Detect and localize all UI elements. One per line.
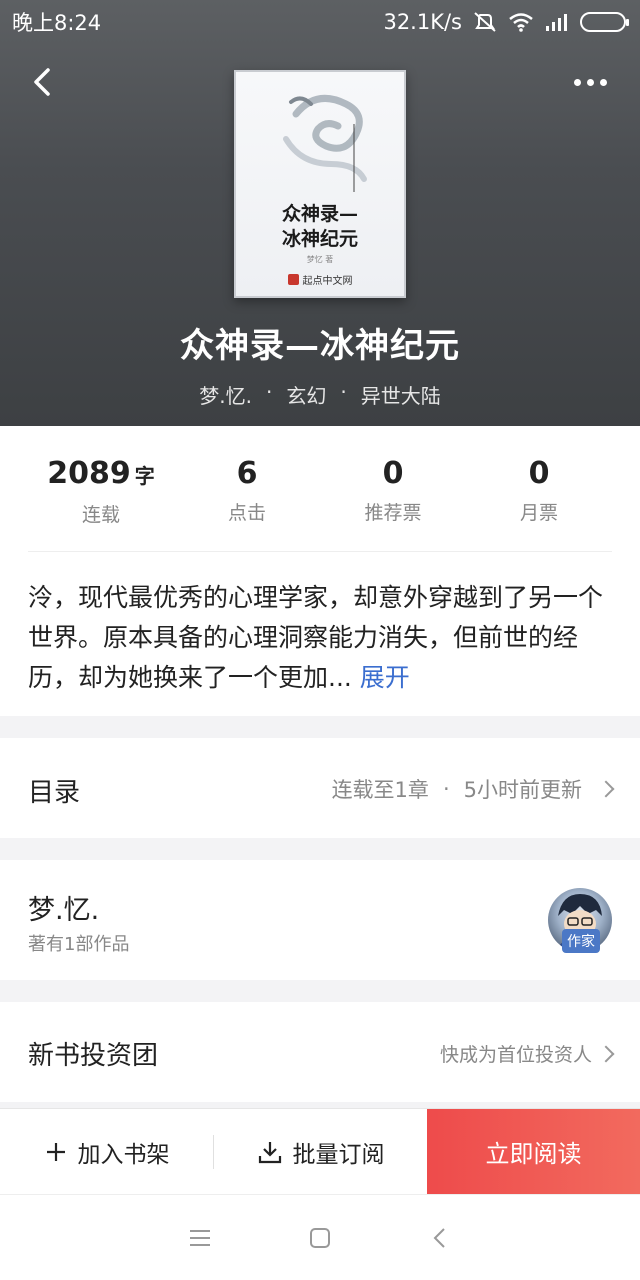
stats-row: 2089 字 连载 6 点击 0 推荐票 0 月票 [28,426,612,552]
status-bar: 晚上8:24 32.1K/s [0,0,640,44]
meta-separator: · [266,380,273,404]
author-card[interactable]: 梦.忆. 著有1部作品 作家 [0,860,640,980]
mute-icon [474,12,496,32]
signal-icon [546,14,567,31]
toc-title: 目录 [28,778,81,808]
book-header: 晚上8:24 32.1K/s 众神录— 冰神纪元 梦忆 著 起点中文网 众神录—… [0,0,640,426]
net-speed: 32.1K/s [383,10,462,34]
author-works-count: 著有1部作品 [28,934,130,955]
intro-text: 泠，现代最优秀的心理学家，却意外穿越到了另一个世界。原本具备的心理洞察能力消失，… [28,583,604,692]
stat-monthly-votes: 0 月票 [519,456,558,524]
book-title: 众神录—冰神纪元 [180,326,460,366]
cover-publisher: 起点中文网 [236,272,404,287]
more-options-button[interactable] [568,62,612,102]
read-now-button[interactable]: 立即阅读 [427,1109,640,1194]
book-author-link[interactable]: 梦.忆. [199,380,252,409]
back-button[interactable] [26,62,62,102]
add-to-shelf-button[interactable]: 加入书架 [0,1109,213,1194]
book-intro[interactable]: 泠，现代最优秀的心理学家，却意外穿越到了另一个世界。原本具备的心理洞察能力消失，… [0,552,640,698]
batch-subscribe-button[interactable]: 批量订阅 [214,1109,427,1194]
plus-icon [46,1142,65,1161]
download-icon [258,1141,281,1163]
stat-clicks: 6 点击 [227,456,266,524]
author-name: 梦.忆. [28,895,100,926]
home-square-icon [310,1227,330,1248]
more-dots-icon [573,78,581,86]
meta-separator: · [340,380,347,404]
invest-hint: 快成为首位投资人 [440,1040,615,1067]
expand-intro-button[interactable]: 展开 [360,663,410,692]
book-genre[interactable]: 玄幻 [286,380,326,409]
publisher-seal-icon [287,274,299,285]
home-nav-button[interactable] [260,1195,380,1280]
wifi-icon [509,13,533,32]
writer-badge: 作家 [562,929,600,953]
book-meta: 梦.忆. · 玄幻 · 异世大陆 [0,380,640,409]
menu-icon [190,1229,210,1246]
toc-status: 连载至1章 · 5小时前更新 [332,774,615,804]
chevron-right-icon [597,1045,615,1062]
cover-title: 众神录— 冰神纪元 [281,203,358,250]
invest-title: 新书投资团 [28,1041,159,1071]
investment-row[interactable]: 新书投资团 快成为首位投资人 [0,1002,640,1102]
stat-word-count: 2089 字 连载 [47,456,155,526]
book-subgenre[interactable]: 异世大陆 [361,380,441,409]
stat-recommend-votes: 0 推荐票 [364,456,422,524]
chevron-right-icon [597,780,615,798]
book-info-section: 2089 字 连载 6 点击 0 推荐票 0 月票 泠，现代最优秀的心理学家，却意… [0,426,640,716]
back-nav-button[interactable] [380,1195,500,1280]
dragon-art-icon [283,94,367,192]
menu-nav-button[interactable] [140,1195,260,1280]
table-of-contents-row[interactable]: 目录 连载至1章 · 5小时前更新 [0,738,640,838]
cover-author: 梦忆 著 [306,255,334,264]
battery-icon [580,12,629,32]
status-right-group: 32.1K/s [383,10,629,34]
book-cover[interactable]: 众神录— 冰神纪元 梦忆 著 起点中文网 [234,70,406,298]
system-nav-bar [0,1194,640,1280]
bottom-action-bar: 加入书架 批量订阅 立即阅读 [0,1108,640,1194]
status-time: 晚上8:24 [12,11,102,35]
back-triangle-icon [433,1227,445,1248]
